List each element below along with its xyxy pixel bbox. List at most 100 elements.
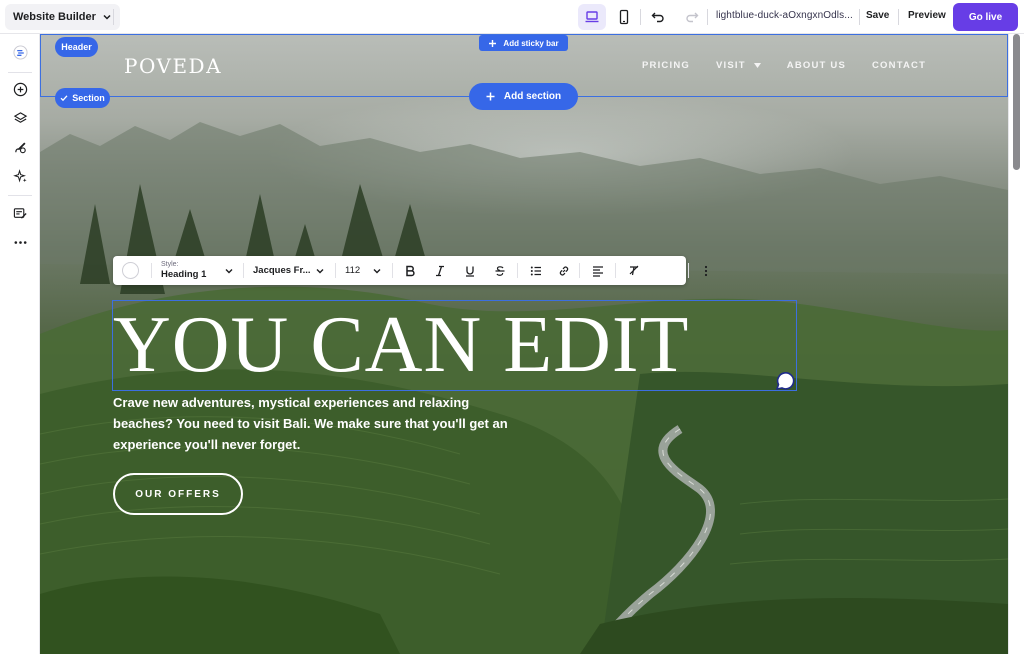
more-horizontal-icon — [14, 240, 26, 244]
redo-button[interactable] — [678, 4, 706, 30]
section-tag-label: Section — [72, 93, 105, 103]
chevron-down-icon — [103, 14, 111, 20]
nav-label: ABOUT US — [786, 60, 846, 71]
pages-button[interactable] — [8, 201, 32, 225]
chevron-down-icon — [316, 268, 324, 273]
preview-button[interactable]: Preview — [908, 10, 946, 21]
nav-item-pricing[interactable]: PRICING — [642, 60, 690, 71]
scrollbar-thumb[interactable] — [1013, 34, 1020, 170]
color-swatch — [121, 262, 139, 279]
divider — [8, 195, 32, 196]
layers-button[interactable] — [8, 106, 32, 130]
site-logo[interactable]: POVEDA — [124, 54, 222, 78]
text-format-toolbar: Style: Heading 1 Jacques Fr... 112 — [113, 256, 708, 285]
check-icon — [60, 95, 68, 102]
divider — [151, 263, 152, 278]
add-sticky-bar-button[interactable]: Add sticky bar — [479, 35, 568, 51]
chevron-down-icon — [373, 268, 381, 273]
font-family-dropdown[interactable]: Jacques Fr... — [253, 256, 327, 285]
scrollbar[interactable] — [1008, 34, 1024, 654]
bullet-list-button[interactable] — [526, 256, 546, 285]
divider — [113, 9, 114, 25]
divider — [707, 9, 708, 25]
font-value: Jacques Fr... — [253, 265, 311, 276]
add-section-button[interactable]: Add section — [469, 83, 578, 110]
nav-item-contact[interactable]: CONTACT — [872, 60, 926, 71]
divider — [640, 9, 641, 25]
text-style-dropdown[interactable]: Style: Heading 1 — [161, 256, 233, 285]
styles-button[interactable] — [8, 135, 32, 159]
left-sidebar — [0, 34, 40, 654]
comment-icon[interactable] — [774, 370, 796, 392]
more-options-button[interactable] — [700, 256, 712, 285]
ai-tools-button[interactable] — [8, 164, 32, 188]
divider — [898, 9, 899, 25]
more-options-button[interactable] — [8, 230, 32, 254]
site-url[interactable]: lightblue-duck-aOxngxnOdls... — [716, 10, 853, 21]
header-tag[interactable]: Header — [55, 37, 98, 57]
divider — [8, 72, 32, 73]
sparkle-icon — [12, 168, 27, 183]
go-live-button[interactable]: Go live — [953, 3, 1018, 31]
edit-list-icon — [13, 207, 27, 219]
underline-icon — [466, 266, 474, 277]
divider — [392, 263, 393, 278]
nav-label: VISIT — [716, 60, 746, 71]
text-color-picker[interactable] — [121, 256, 139, 285]
plus-circle-icon — [13, 82, 27, 96]
desktop-view-button[interactable] — [578, 4, 606, 30]
divider — [688, 263, 689, 278]
logo-icon[interactable] — [8, 40, 32, 64]
section-tag[interactable]: Section — [55, 88, 110, 108]
link-button[interactable] — [554, 256, 574, 285]
text-align-button[interactable] — [588, 256, 608, 285]
site-navigation: PRICING VISIT ABOUT US CONTACT — [642, 60, 926, 71]
align-left-icon — [593, 265, 603, 277]
divider — [335, 263, 336, 278]
undo-icon — [651, 12, 664, 23]
italic-icon — [436, 265, 444, 276]
more-vertical-icon — [704, 265, 708, 276]
nav-item-visit[interactable]: VISIT — [716, 60, 761, 71]
hero-heading[interactable]: YOU CAN EDIT — [113, 305, 689, 385]
font-size-dropdown[interactable]: 112 — [345, 256, 385, 285]
bullet-list-icon — [530, 266, 541, 275]
save-button[interactable]: Save — [866, 10, 889, 21]
divider — [859, 9, 860, 25]
mobile-view-button[interactable] — [610, 4, 638, 30]
website-canvas[interactable]: POVEDA PRICING VISIT ABOUT US CONTACT He… — [40, 34, 1008, 654]
plus-icon — [489, 39, 497, 47]
clear-format-icon — [629, 265, 639, 275]
bold-icon — [406, 265, 415, 276]
style-caption: Style: — [161, 261, 179, 268]
hero-paragraph[interactable]: Crave new adventures, mystical experienc… — [113, 392, 513, 455]
website-builder-editor: Website Builder lightblue-duck-aOxngxnOd… — [0, 0, 1024, 654]
add-element-button[interactable] — [8, 77, 32, 101]
divider — [517, 263, 518, 278]
clear-formatting-button[interactable] — [624, 256, 644, 285]
sticky-bar-label: Add sticky bar — [503, 38, 559, 48]
divider — [615, 263, 616, 278]
mobile-icon — [619, 9, 629, 25]
nav-label: CONTACT — [871, 60, 927, 71]
strikethrough-button[interactable] — [490, 256, 510, 285]
add-section-label: Add section — [503, 91, 562, 102]
nav-label: PRICING — [642, 60, 690, 71]
nav-item-about-us[interactable]: ABOUT US — [787, 60, 846, 71]
website-builder-menu[interactable]: Website Builder — [5, 4, 120, 30]
font-size-value: 112 — [345, 265, 361, 276]
caret-down-icon — [753, 63, 761, 68]
layers-icon — [13, 111, 27, 123]
undo-button[interactable] — [644, 4, 672, 30]
italic-button[interactable] — [430, 256, 450, 285]
plus-icon — [486, 92, 495, 101]
underline-button[interactable] — [460, 256, 480, 285]
style-value: Heading 1 — [161, 269, 207, 280]
our-offers-button[interactable]: OUR OFFERS — [113, 473, 243, 515]
builder-menu-label: Website Builder — [13, 11, 96, 23]
brush-icon — [14, 141, 26, 153]
top-toolbar: Website Builder lightblue-duck-aOxngxnOd… — [0, 0, 1024, 34]
chevron-down-icon — [224, 256, 234, 285]
divider — [579, 263, 580, 278]
bold-button[interactable] — [400, 256, 420, 285]
